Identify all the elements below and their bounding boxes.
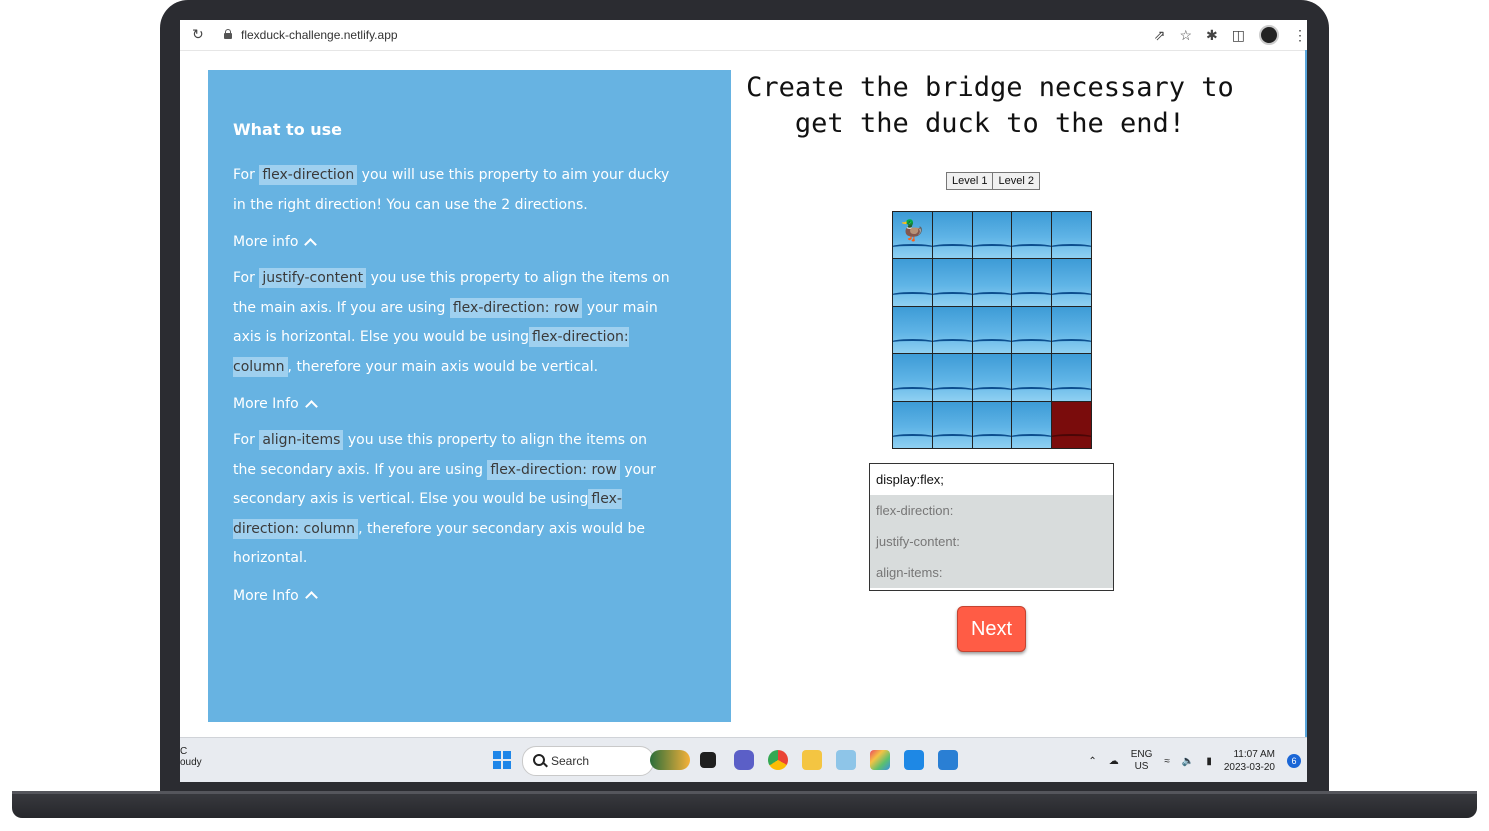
more-info-toggle-1[interactable]: More info: [233, 234, 673, 251]
justify-content-input[interactable]: justify-content:: [870, 526, 1113, 557]
browser-actions: ⇗ ☆ ✱ ◫ ⋮: [1154, 25, 1307, 45]
search-icon: [533, 754, 545, 766]
app-diamond-icon[interactable]: [870, 750, 890, 770]
water-tile: [893, 259, 932, 306]
windows-taskbar: C oudy Search ⌃ ☁ ENG US ≈ 🔈 ▮ 11:07 AM …: [180, 737, 1307, 782]
water-tile: [1012, 259, 1052, 306]
water-tile: [1012, 212, 1052, 259]
taskbar-search[interactable]: Search: [522, 746, 654, 776]
water-tile: [1052, 354, 1091, 401]
flex-direction-input[interactable]: flex-direction:: [870, 495, 1113, 526]
lock-icon[interactable]: [224, 29, 232, 39]
more-info-toggle-3[interactable]: More Info: [233, 588, 673, 604]
water-tile: [972, 212, 1012, 259]
water-tile: [1052, 212, 1091, 259]
sidepanel-icon[interactable]: ◫: [1232, 27, 1245, 44]
panel-title: What to use: [233, 120, 343, 139]
water-tile: [1012, 306, 1052, 354]
code-flex-direction: flex-direction: [259, 165, 358, 185]
water-tile: [932, 354, 972, 401]
browser-toolbar: ↻ flexduck-challenge.netlify.app ⇗ ☆ ✱ ◫…: [180, 20, 1307, 51]
widgets-icon[interactable]: [650, 750, 690, 770]
water-tile: [972, 354, 1012, 401]
onedrive-cloud-icon[interactable]: ☁: [1109, 756, 1119, 767]
level-2-button[interactable]: Level 2: [993, 172, 1040, 190]
water-tile: 🦆: [893, 212, 932, 259]
vscode-icon[interactable]: [904, 750, 924, 770]
teams-chat-icon[interactable]: [734, 750, 754, 770]
water-tile: [972, 401, 1012, 448]
notification-badge[interactable]: 6: [1287, 754, 1301, 768]
profile-avatar[interactable]: [1259, 25, 1279, 45]
weather-widget[interactable]: C oudy: [180, 746, 202, 768]
system-tray: ⌃ ☁ ENG US ≈ 🔈 ▮ 11:07 AM 2023-03-20 6: [1088, 744, 1307, 778]
justify-content-paragraph: For justify-content you use this propert…: [233, 268, 670, 377]
scrollbar-edge: [1305, 50, 1307, 737]
chevron-up-icon[interactable]: ⌃: [1088, 756, 1096, 767]
battery-icon[interactable]: ▮: [1206, 756, 1212, 767]
water-tile: [1052, 259, 1091, 306]
water-tile: [932, 401, 972, 448]
bookmark-star-icon[interactable]: ☆: [1179, 27, 1192, 44]
display-flex-line: display:flex;: [876, 472, 944, 487]
water-tile: [932, 306, 972, 354]
wifi-icon[interactable]: ≈: [1164, 756, 1170, 767]
water-tile: [932, 212, 972, 259]
laptop-base: [12, 791, 1477, 818]
task-view-icon[interactable]: [700, 752, 716, 768]
screen: ↻ flexduck-challenge.netlify.app ⇗ ☆ ✱ ◫…: [180, 20, 1307, 782]
goal-tile: [1052, 401, 1091, 448]
chrome-icon[interactable]: [768, 750, 788, 770]
windows-start-icon[interactable]: [493, 751, 511, 769]
water-tile: [972, 259, 1012, 306]
volume-icon[interactable]: 🔈: [1182, 756, 1194, 767]
water-tile: [893, 306, 932, 354]
css-editor: display:flex; flex-direction: justify-co…: [869, 463, 1114, 591]
chevron-up-icon: [304, 237, 318, 251]
menu-kebab-icon[interactable]: ⋮: [1293, 27, 1307, 44]
extensions-icon[interactable]: ✱: [1206, 27, 1218, 44]
address-bar[interactable]: flexduck-challenge.netlify.app: [241, 28, 398, 42]
code-flex-direction-row: flex-direction: row: [487, 459, 620, 480]
chevron-up-icon: [304, 591, 318, 604]
align-items-input[interactable]: align-items:: [870, 557, 1113, 588]
clock[interactable]: 11:07 AM 2023-03-20: [1224, 748, 1275, 774]
align-items-paragraph: For align-items you use this property to…: [233, 430, 656, 566]
instructions-panel: What to use For flex-direction you will …: [208, 70, 731, 722]
chevron-up-icon: [304, 399, 318, 413]
code-justify-content: justify-content: [259, 268, 367, 288]
more-info-toggle-2[interactable]: More Info: [233, 396, 673, 413]
next-button[interactable]: Next: [957, 606, 1026, 652]
page-heading: Create the bridge necessary to get the d…: [746, 72, 1234, 139]
reload-icon[interactable]: ↻: [192, 26, 204, 43]
level-1-button[interactable]: Level 1: [946, 172, 994, 190]
level-selector: Level 1 Level 2: [946, 172, 1040, 190]
code-flex-direction-row: flex-direction: row: [449, 297, 583, 318]
language-indicator[interactable]: ENG US: [1131, 749, 1153, 773]
duck-icon: 🦆: [900, 220, 925, 242]
pond-grid: 🦆: [892, 211, 1092, 449]
photos-icon[interactable]: [836, 750, 856, 770]
water-tile: [1052, 306, 1091, 354]
water-tile: [1012, 401, 1052, 448]
share-icon[interactable]: ⇗: [1154, 27, 1166, 44]
water-tile: [1012, 354, 1052, 401]
flex-direction-paragraph: For flex-direction you will use this pro…: [233, 165, 670, 213]
code-align-items: align-items: [259, 430, 344, 450]
water-tile: [893, 354, 932, 401]
file-explorer-icon[interactable]: [802, 750, 822, 770]
water-tile: [893, 401, 932, 448]
app-blue-icon[interactable]: [938, 750, 958, 770]
water-tile: [932, 259, 972, 306]
water-tile: [972, 306, 1012, 354]
